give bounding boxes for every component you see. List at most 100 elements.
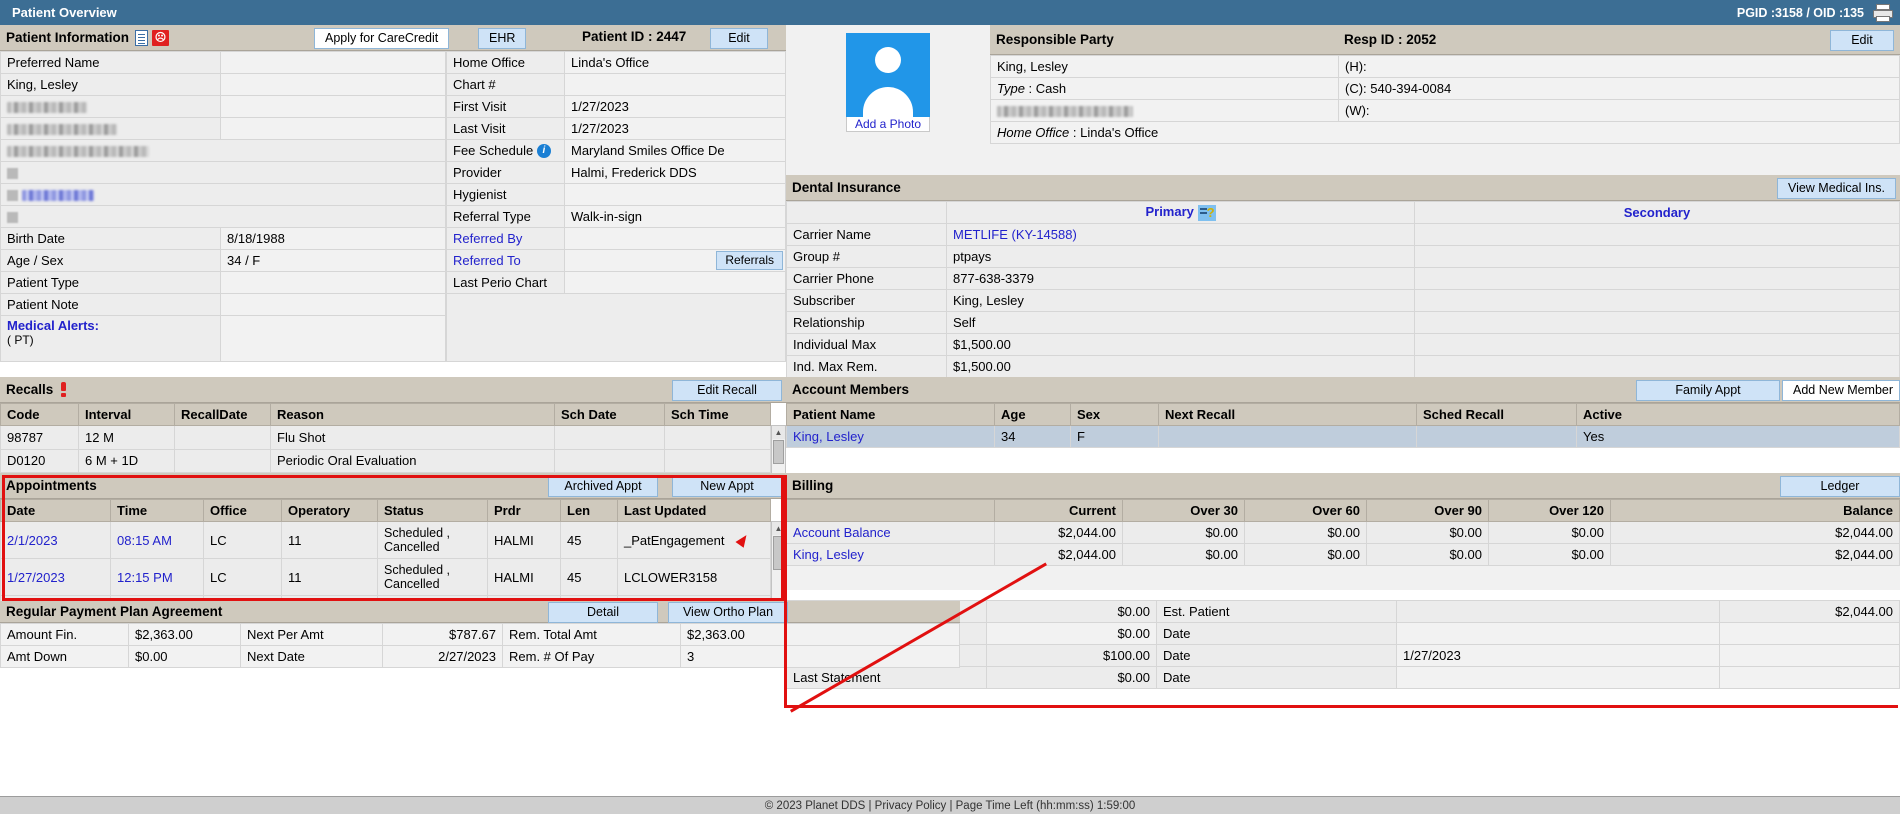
insurance-column-headers: Primary ? Secondary [786, 201, 1900, 224]
account-members-header: Account Members Family Appt Add New Memb… [786, 377, 1900, 403]
row-carrier-name: Carrier Name METLIFE (KY-14588) [786, 223, 1900, 246]
row-chart-number: Chart # [446, 73, 786, 96]
scroll-thumb[interactable] [773, 536, 784, 570]
scroll-up-icon[interactable]: ▲ [772, 522, 785, 535]
medical-alerts-label[interactable]: Medical Alerts: [7, 318, 214, 333]
secondary-label[interactable]: Secondary [1624, 205, 1690, 220]
appointments-header-row: Date Time Office Operatory Status Prdr L… [0, 499, 771, 522]
resp-redacted-email [990, 99, 1339, 122]
table-row[interactable]: King, Lesley 34 F Yes [786, 425, 1900, 448]
patient-avatar[interactable] [846, 33, 930, 117]
label-amt-down: Amt Down [0, 645, 129, 668]
appt-date[interactable]: 1/27/2023 [0, 558, 111, 597]
recalls-col-interval[interactable]: Interval [78, 403, 175, 426]
referrals-button[interactable]: Referrals [716, 251, 783, 270]
apply-carecredit-button[interactable]: Apply for CareCredit [314, 28, 450, 49]
am-col-age[interactable]: Age [994, 403, 1071, 426]
row-referral-type: Referral Type Walk-in-sign [446, 205, 786, 228]
edit-recall-button[interactable]: Edit Recall [672, 380, 782, 401]
row-patient-type: Patient Type [0, 271, 446, 294]
bl-col-over60: Over 60 [1244, 499, 1367, 522]
recalls-col-code[interactable]: Code [0, 403, 79, 426]
bl-name[interactable]: King, Lesley [786, 543, 995, 566]
ledger-button[interactable]: Ledger [1780, 476, 1900, 497]
bl-over120: $0.00 [1488, 521, 1611, 544]
bl-name[interactable]: Account Balance [786, 521, 995, 544]
responsible-party-header: Responsible Party Resp ID : 2052 Edit [990, 25, 1900, 55]
recalls-col-schdate[interactable]: Sch Date [554, 403, 665, 426]
label-patient-type: Patient Type [0, 271, 221, 294]
value-rem-num-pay: 3 [680, 645, 960, 668]
label-first-visit: First Visit [446, 95, 565, 118]
am-col-next-recall[interactable]: Next Recall [1158, 403, 1417, 426]
appt-time[interactable]: 12:15 PM [110, 558, 204, 597]
insurance-card-icon[interactable]: ? [1197, 204, 1216, 221]
row-group-number: Group # ptpays [786, 245, 1900, 268]
row-carrier-phone: Carrier Phone 877-638-3379 [786, 267, 1900, 290]
fee-schedule-text: Fee Schedule [453, 142, 534, 158]
appt-time[interactable]: 08:15 AM [110, 520, 204, 560]
medical-alerts-cell[interactable]: Medical Alerts: ( PT) [0, 315, 221, 362]
resp-phone-home: (H): [1338, 55, 1900, 78]
family-appt-button[interactable]: Family Appt [1636, 380, 1780, 401]
value-carrier-name[interactable]: METLIFE (KY-14588) [946, 223, 1415, 246]
link-referred-to[interactable]: Referred To [446, 249, 565, 272]
ap-col-status[interactable]: Status [377, 499, 488, 522]
ap-col-prdr[interactable]: Prdr [487, 499, 561, 522]
ap-col-last-updated[interactable]: Last Updated [617, 499, 771, 522]
edit-responsible-party-button[interactable]: Edit [1830, 30, 1894, 51]
archived-appt-button[interactable]: Archived Appt [548, 476, 658, 497]
label-individual-max: Individual Max [786, 333, 947, 356]
am-sex: F [1070, 425, 1159, 448]
label-carrier-phone: Carrier Phone [786, 267, 947, 290]
photo-and-responsible-row: Add a Photo Responsible Party Resp ID : … [786, 25, 1900, 173]
secondary-insurance-header[interactable]: Secondary [1414, 201, 1900, 224]
info-icon[interactable]: i [536, 144, 551, 159]
recall-interval: 12 M [78, 425, 175, 450]
view-ortho-plan-button[interactable]: View Ortho Plan [668, 602, 788, 623]
new-appt-button[interactable]: New Appt [672, 476, 782, 497]
am-col-sex[interactable]: Sex [1070, 403, 1159, 426]
table-row[interactable]: D0120 6 M + 1D Periodic Oral Evaluation [0, 448, 771, 474]
am-col-sched-recall[interactable]: Sched Recall [1416, 403, 1577, 426]
appt-date[interactable]: 2/1/2023 [0, 520, 111, 560]
ap-col-office[interactable]: Office [203, 499, 282, 522]
bl-over60: $0.00 [1244, 543, 1367, 566]
table-row[interactable]: 1/27/2023 12:15 PM LC 11 Scheduled , Can… [0, 558, 771, 597]
add-a-photo-link[interactable]: Add a Photo [846, 117, 930, 132]
am-col-patient-name[interactable]: Patient Name [786, 403, 995, 426]
value-last-pat-pay: $100.00 [986, 644, 1157, 667]
notes-icon[interactable] [135, 29, 149, 46]
am-patient-name[interactable]: King, Lesley [786, 425, 995, 448]
table-row[interactable]: Account Balance $2,044.00 $0.00 $0.00 $0… [786, 521, 1900, 544]
add-new-member-button[interactable]: Add New Member [1782, 380, 1900, 401]
detail-button[interactable]: Detail [548, 602, 658, 623]
ehr-button[interactable]: EHR [478, 28, 527, 49]
value-next-per-amt: $787.67 [382, 623, 503, 646]
printer-icon[interactable] [1872, 3, 1894, 22]
ap-col-date[interactable]: Date [0, 499, 111, 522]
primary-insurance-header[interactable]: Primary ? [946, 201, 1415, 224]
scroll-thumb[interactable] [773, 440, 784, 464]
table-row[interactable]: 2/1/2023 08:15 AM LC 11 Scheduled , Canc… [0, 520, 771, 560]
view-medical-ins-button[interactable]: View Medical Ins. [1776, 178, 1896, 199]
edit-patient-button[interactable]: Edit [710, 28, 768, 49]
table-row[interactable]: King, Lesley $2,044.00 $0.00 $0.00 $0.00… [786, 543, 1900, 566]
recalls-col-reason[interactable]: Reason [270, 403, 555, 426]
recalls-col-schtime[interactable]: Sch Time [664, 403, 771, 426]
ap-col-operatory[interactable]: Operatory [281, 499, 378, 522]
recall-code: 98787 [0, 425, 79, 450]
responsible-party-table: King, Lesley (H): Type : Cash (C): 540-3… [990, 55, 1900, 144]
ap-col-len[interactable]: Len [560, 499, 618, 522]
am-col-active[interactable]: Active [1576, 403, 1900, 426]
value-est-insurance: $0.00 [986, 600, 1157, 623]
primary-label[interactable]: Primary [1145, 204, 1193, 219]
recalls-col-recalldate[interactable]: RecallDate [174, 403, 271, 426]
redacted-phone-2[interactable] [0, 183, 446, 206]
link-referred-by[interactable]: Referred By [446, 227, 565, 250]
scroll-up-icon[interactable]: ▲ [772, 426, 785, 439]
table-row[interactable]: 98787 12 M Flu Shot [0, 425, 771, 450]
medical-alert-icon[interactable]: ☹ [152, 29, 170, 46]
label-preferred-name: Preferred Name [0, 51, 221, 74]
ap-col-time[interactable]: Time [110, 499, 204, 522]
